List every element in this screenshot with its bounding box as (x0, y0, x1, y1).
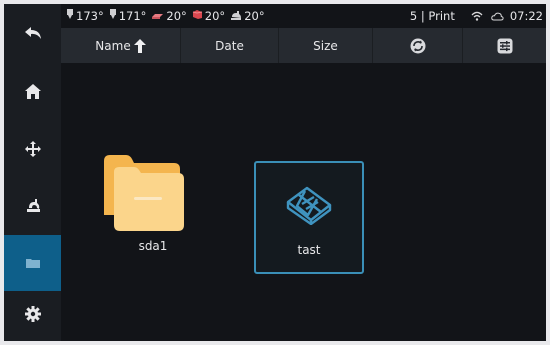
sidebar-item-back[interactable] (4, 4, 61, 64)
sidebar-item-extruder[interactable] (4, 179, 61, 235)
extruder-icon (24, 196, 42, 218)
sidebar-item-files[interactable] (4, 235, 61, 291)
sidebar (4, 4, 61, 341)
status-right: 5 | Print 07:22 (410, 4, 546, 28)
file-list-header: Name Date Size (61, 28, 546, 63)
clock-time: 07:22 (509, 9, 543, 23)
file-grid: sda1 tast (61, 63, 546, 341)
sort-by-name-button[interactable]: Name (61, 28, 181, 63)
date-column-label: Date (215, 38, 244, 53)
nozzle-2-temp[interactable]: 171° (109, 9, 147, 23)
nozzle-1-icon (66, 9, 76, 23)
fan-temp-icon (230, 9, 244, 23)
file-item-gcode[interactable]: tast (254, 161, 364, 274)
refresh-icon (410, 38, 426, 54)
sort-by-date-button[interactable]: Date (181, 28, 279, 63)
gcode-model-icon (285, 185, 333, 229)
nozzle-2-temp-value: 171° (118, 9, 147, 23)
bed-temp[interactable]: 20° (151, 9, 187, 23)
file-name-label: tast (297, 243, 321, 257)
size-column-label: Size (313, 38, 338, 53)
home-icon (24, 83, 42, 104)
nozzle-2-icon (109, 9, 119, 23)
folder-icon (104, 155, 184, 235)
settings-gear-icon (24, 305, 42, 327)
list-options-button[interactable] (463, 28, 546, 63)
sidebar-item-move[interactable] (4, 122, 61, 179)
print-status[interactable]: 5 | Print (410, 9, 455, 23)
folder-icon (25, 254, 41, 273)
status-bar: 173° 171° 20° 20° 20° 5 | Print 07:22 (61, 4, 546, 28)
sort-by-size-button[interactable]: Size (279, 28, 373, 63)
fan-temp-value: 20° (244, 9, 265, 23)
move-icon (24, 140, 42, 162)
nozzle-1-temp-value: 173° (76, 9, 104, 23)
heated-bed-icon (151, 9, 166, 23)
sidebar-item-settings[interactable] (4, 291, 61, 341)
back-arrow-icon (24, 25, 42, 44)
file-item-folder[interactable]: sda1 (98, 155, 208, 273)
name-column-label: Name (95, 38, 131, 53)
nozzle-1-temp[interactable]: 173° (66, 9, 104, 23)
fan-temp[interactable]: 20° (230, 9, 265, 23)
chamber-temp-value: 20° (204, 9, 226, 23)
screen-frame: 173° 171° 20° 20° 20° 5 | Print 07:22 Na… (4, 4, 546, 341)
bed-temp-value: 20° (166, 9, 187, 23)
refresh-button[interactable] (373, 28, 463, 63)
folder-name-label: sda1 (138, 239, 168, 253)
sidebar-item-home[interactable] (4, 64, 61, 122)
cloud-icon[interactable] (491, 12, 504, 21)
wifi-icon[interactable] (471, 11, 483, 21)
chamber-icon (192, 9, 205, 23)
chamber-temp[interactable]: 20° (192, 9, 225, 23)
list-options-icon (497, 38, 513, 54)
sort-up-arrow-icon (133, 38, 146, 53)
